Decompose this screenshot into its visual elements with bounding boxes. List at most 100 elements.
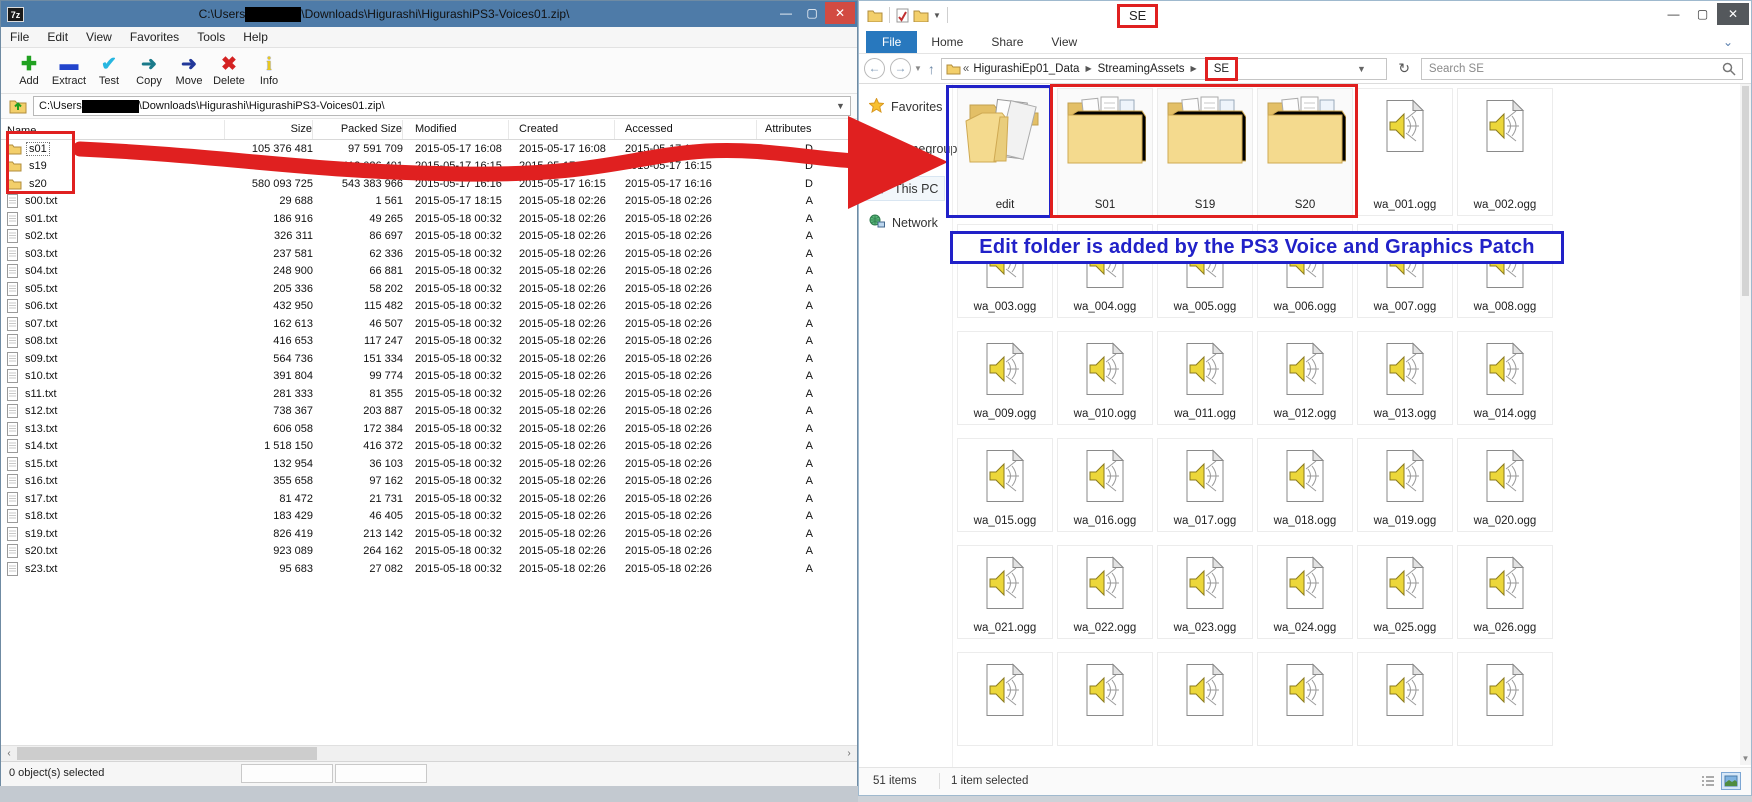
scroll-left-icon[interactable]: ‹	[1, 746, 17, 761]
grid-file[interactable]: wa_004.ogg	[1057, 224, 1153, 318]
grid-file[interactable]: wa_020.ogg	[1457, 438, 1553, 532]
grid-file-partial[interactable]	[1357, 652, 1453, 746]
table-row[interactable]: s06.txt432 950115 4822015-05-18 00:32201…	[1, 298, 857, 316]
grid-folder-S19[interactable]: S19	[1157, 88, 1253, 216]
grid-file[interactable]: wa_019.ogg	[1357, 438, 1453, 532]
forward-button[interactable]: →	[890, 58, 911, 79]
table-row[interactable]: s11.txt281 33381 3552015-05-18 00:322015…	[1, 385, 857, 403]
breadcrumb[interactable]: « HigurashiEp01_Data ▶ StreamingAssets ▶…	[941, 58, 1387, 80]
grid-file[interactable]: wa_013.ogg	[1357, 331, 1453, 425]
scrollbar-thumb[interactable]	[17, 747, 317, 760]
sidebar-item-this-pc[interactable]: This PC	[864, 176, 945, 201]
maximize-button[interactable]: ▢	[799, 2, 825, 24]
column-header-accessed[interactable]: Accessed	[615, 120, 757, 139]
column-header-modified[interactable]: Modified	[403, 120, 509, 139]
info-button[interactable]: iInfo	[249, 48, 289, 93]
7zip-address-input[interactable]: C:\Users\Downloads\Higurashi\HigurashiPS…	[33, 96, 851, 116]
table-row[interactable]: s23.txt95 68327 0822015-05-18 00:322015-…	[1, 560, 857, 578]
grid-file[interactable]: wa_012.ogg	[1257, 331, 1353, 425]
grid-file[interactable]: wa_008.ogg	[1457, 224, 1553, 318]
move-button[interactable]: ➜Move	[169, 48, 209, 93]
column-header-size[interactable]: Size	[225, 120, 313, 139]
grid-file[interactable]: wa_024.ogg	[1257, 545, 1353, 639]
delete-button[interactable]: ✖Delete	[209, 48, 249, 93]
properties-icon[interactable]	[896, 8, 909, 23]
table-row[interactable]: s08.txt416 653117 2472015-05-18 00:32201…	[1, 333, 857, 351]
table-row[interactable]: s05.txt205 33658 2022015-05-18 00:322015…	[1, 280, 857, 298]
breadcrumb-item[interactable]: HigurashiEp01_Data	[973, 63, 1079, 75]
up-folder-icon[interactable]	[9, 98, 27, 114]
breadcrumb-separator-icon[interactable]: ▶	[1191, 64, 1197, 73]
tab-view[interactable]: View	[1037, 31, 1091, 53]
table-row[interactable]: s09.txt564 736151 3342015-05-18 00:32201…	[1, 350, 857, 368]
breadcrumb-separator-icon[interactable]: ▶	[1085, 64, 1091, 73]
grid-file-partial[interactable]	[1157, 652, 1253, 746]
grid-file[interactable]: wa_018.ogg	[1257, 438, 1353, 532]
7zip-horizontal-scrollbar[interactable]: ‹ ›	[1, 745, 857, 761]
table-row[interactable]: s02.txt326 31186 6972015-05-18 00:322015…	[1, 228, 857, 246]
up-button[interactable]: ↑	[928, 61, 935, 77]
extract-button[interactable]: ▬Extract	[49, 48, 89, 93]
close-button[interactable]: ✕	[1717, 3, 1749, 25]
table-row[interactable]: s04.txt248 90066 8812015-05-18 00:322015…	[1, 263, 857, 281]
7zip-titlebar[interactable]: 7z C:\Users\Downloads\Higurashi\Higurash…	[1, 1, 857, 27]
table-row[interactable]: s07.txt162 61346 5072015-05-18 00:322015…	[1, 315, 857, 333]
grid-file[interactable]: wa_017.ogg	[1157, 438, 1253, 532]
grid-folder-edit[interactable]: edit	[957, 88, 1053, 216]
grid-file[interactable]: wa_005.ogg	[1157, 224, 1253, 318]
sidebar-item-network[interactable]: Network	[869, 214, 938, 231]
grid-file-partial[interactable]	[1057, 652, 1153, 746]
grid-file[interactable]: wa_014.ogg	[1457, 331, 1553, 425]
menu-item-edit[interactable]: Edit	[38, 30, 77, 44]
table-row[interactable]: s17.txt81 47221 7312015-05-18 00:322015-…	[1, 490, 857, 508]
scroll-right-icon[interactable]: ›	[841, 746, 857, 761]
close-button[interactable]: ✕	[825, 2, 855, 24]
grid-file[interactable]: wa_015.ogg	[957, 438, 1053, 532]
minimize-button[interactable]: —	[1659, 3, 1688, 25]
table-row[interactable]: s13.txt606 058172 3842015-05-18 00:32201…	[1, 420, 857, 438]
tab-home[interactable]: Home	[917, 31, 977, 53]
grid-folder-S01[interactable]: S01	[1057, 88, 1153, 216]
thumbnails-view-icon[interactable]	[1721, 772, 1741, 790]
maximize-button[interactable]: ▢	[1688, 3, 1717, 25]
tab-file[interactable]: File	[866, 31, 917, 53]
table-row[interactable]: s19410 292 150413 026 4012015-05-17 16:1…	[1, 158, 857, 176]
table-row[interactable]: s20.txt923 089264 1622015-05-18 00:32201…	[1, 543, 857, 561]
scrollbar-thumb[interactable]	[1742, 86, 1749, 296]
history-dropdown-icon[interactable]: ▼	[914, 64, 922, 73]
new-folder-icon[interactable]	[913, 9, 929, 22]
minimize-button[interactable]: —	[773, 2, 799, 24]
table-row[interactable]: s12.txt738 367203 8872015-05-18 00:32201…	[1, 403, 857, 421]
grid-file[interactable]: wa_006.ogg	[1257, 224, 1353, 318]
menu-item-favorites[interactable]: Favorites	[121, 30, 188, 44]
column-header-attributes[interactable]: Attributes	[757, 120, 851, 139]
grid-file[interactable]: wa_003.ogg	[957, 224, 1053, 318]
grid-file[interactable]: wa_025.ogg	[1357, 545, 1453, 639]
explorer-titlebar[interactable]: ▼ SE — ▢ ✕	[859, 1, 1751, 31]
table-row[interactable]: s16.txt355 65897 1622015-05-18 00:322015…	[1, 473, 857, 491]
grid-file[interactable]: wa_007.ogg	[1357, 224, 1453, 318]
search-icon[interactable]	[1722, 62, 1736, 76]
table-row[interactable]: s18.txt183 42946 4052015-05-18 00:322015…	[1, 508, 857, 526]
copy-button[interactable]: ➜Copy	[129, 48, 169, 93]
breadcrumb-item[interactable]: StreamingAssets	[1098, 63, 1185, 75]
table-row[interactable]: s10.txt391 80499 7742015-05-18 00:322015…	[1, 368, 857, 386]
tab-share[interactable]: Share	[977, 31, 1037, 53]
column-header-packed-size[interactable]: Packed Size	[313, 120, 403, 139]
sidebar-item-homegroup[interactable]: Homegroup	[869, 140, 957, 157]
grid-file[interactable]: wa_026.ogg	[1457, 545, 1553, 639]
grid-file[interactable]: wa_011.ogg	[1157, 331, 1253, 425]
grid-file[interactable]: wa_001.ogg	[1357, 88, 1453, 216]
grid-file[interactable]: wa_010.ogg	[1057, 331, 1153, 425]
back-button[interactable]: ←	[864, 58, 885, 79]
grid-file[interactable]: wa_002.ogg	[1457, 88, 1553, 216]
column-header-name[interactable]: Name	[1, 120, 225, 139]
scroll-down-icon[interactable]: ▼	[1740, 754, 1751, 763]
grid-file-partial[interactable]	[1257, 652, 1353, 746]
menu-item-view[interactable]: View	[77, 30, 121, 44]
grid-file[interactable]: wa_016.ogg	[1057, 438, 1153, 532]
chevron-down-icon[interactable]: ▼	[833, 99, 848, 113]
breadcrumb-overflow[interactable]: «	[963, 63, 969, 75]
test-button[interactable]: ✔Test	[89, 48, 129, 93]
table-row[interactable]: s01.txt186 91649 2652015-05-18 00:322015…	[1, 210, 857, 228]
